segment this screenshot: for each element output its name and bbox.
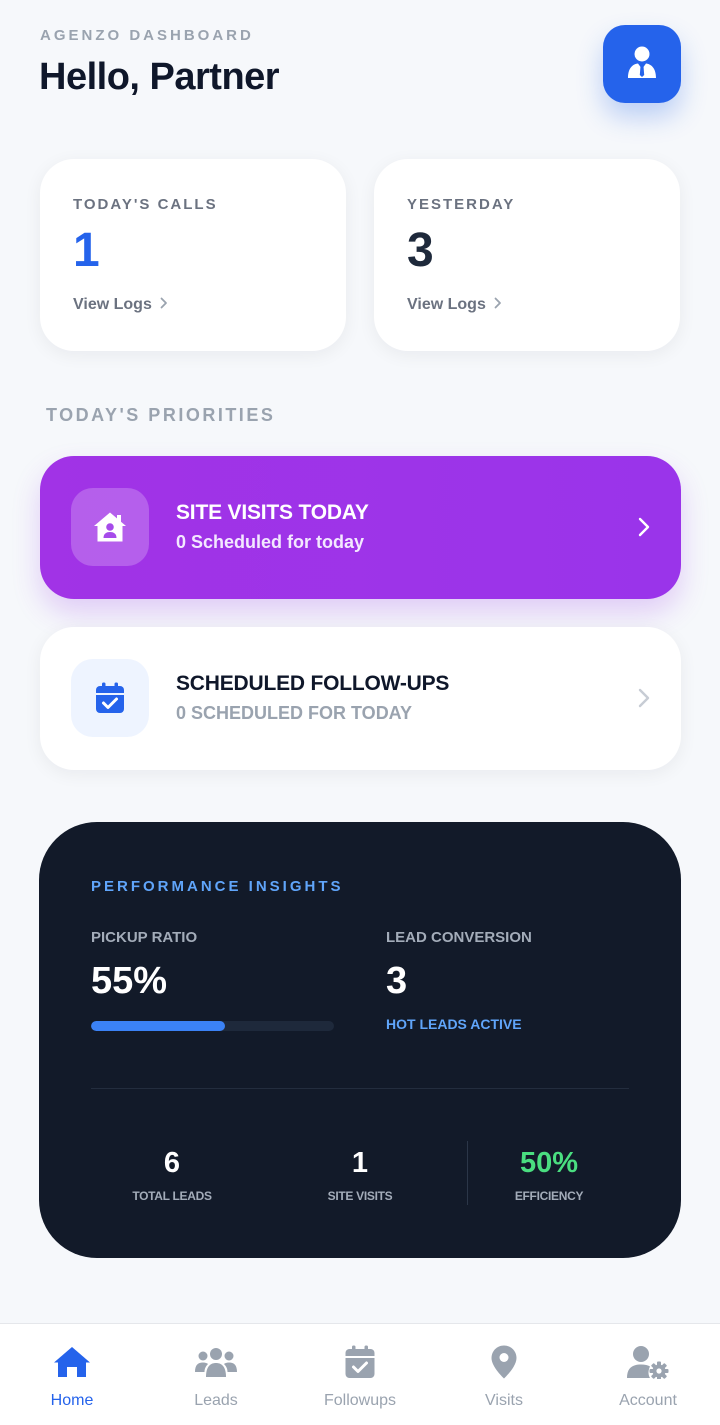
house-user-icon bbox=[71, 488, 149, 566]
stat-label: TODAY'S CALLS bbox=[73, 196, 218, 213]
view-logs-link[interactable]: View Logs bbox=[407, 296, 502, 314]
scheduled-followups-card[interactable]: SCHEDULED FOLLOW-UPS 0 SCHEDULED FOR TOD… bbox=[40, 627, 681, 770]
nav-label-leads: Leads bbox=[194, 1392, 238, 1409]
followups-title: SCHEDULED FOLLOW-UPS bbox=[176, 672, 450, 695]
pickup-ratio-label: PICKUP RATIO bbox=[91, 929, 198, 946]
followups-subtitle: 0 SCHEDULED FOR TODAY bbox=[176, 703, 413, 723]
nav-item-home[interactable]: Home bbox=[0, 1324, 144, 1425]
chevron-right-icon bbox=[160, 296, 168, 314]
total-leads-stat: 6 TOTAL LEADS bbox=[92, 1147, 252, 1203]
nav-item-account[interactable]: Account bbox=[576, 1324, 720, 1425]
site-visits-label: SITE VISITS bbox=[327, 1189, 393, 1203]
site-visits-value: 1 bbox=[351, 1147, 369, 1179]
progress-fill bbox=[91, 1021, 225, 1031]
users-icon bbox=[195, 1343, 237, 1381]
dashboard-eyebrow: AGENZO DASHBOARD bbox=[40, 27, 254, 44]
total-leads-label: TOTAL LEADS bbox=[132, 1189, 212, 1203]
profile-button[interactable] bbox=[603, 25, 681, 103]
stat-label: YESTERDAY bbox=[407, 196, 516, 213]
calendar-check-icon bbox=[71, 659, 149, 737]
nav-label-followups: Followups bbox=[323, 1392, 397, 1409]
nav-item-followups[interactable]: Followups bbox=[288, 1324, 432, 1425]
chevron-right-icon bbox=[494, 296, 502, 314]
site-visits-title: SITE VISITS TODAY bbox=[176, 501, 369, 524]
divider bbox=[91, 1088, 629, 1089]
site-visits-subtitle: 0 Scheduled for today bbox=[176, 532, 365, 552]
bottom-navigation: Home Leads Followups Visits Account bbox=[0, 1323, 720, 1425]
nav-label-visits: Visits bbox=[485, 1392, 523, 1409]
performance-insights-card: PERFORMANCE INSIGHTS PICKUP RATIO 55% LE… bbox=[39, 822, 681, 1258]
map-pin-icon bbox=[491, 1343, 517, 1381]
nav-item-leads[interactable]: Leads bbox=[144, 1324, 288, 1425]
home-icon bbox=[53, 1343, 91, 1381]
hot-leads-note: HOT LEADS ACTIVE bbox=[386, 1016, 522, 1032]
efficiency-label: EFFICIENCY bbox=[514, 1189, 584, 1203]
view-logs-link[interactable]: View Logs bbox=[73, 296, 168, 314]
stat-value: 1 bbox=[73, 224, 100, 277]
page-title: Hello, Partner bbox=[39, 56, 280, 98]
chevron-right-icon bbox=[638, 517, 650, 542]
stat-value: 3 bbox=[407, 224, 434, 277]
todays-calls-card: TODAY'S CALLS 1 View Logs bbox=[40, 159, 346, 351]
user-tie-icon bbox=[626, 45, 658, 84]
nav-item-visits[interactable]: Visits bbox=[432, 1324, 576, 1425]
lead-conversion-label: LEAD CONVERSION bbox=[386, 929, 532, 946]
total-leads-value: 6 bbox=[163, 1147, 181, 1179]
priorities-heading: TODAY'S PRIORITIES bbox=[46, 405, 276, 425]
nav-label-account: Account bbox=[619, 1392, 677, 1409]
pickup-ratio-progress bbox=[91, 1021, 334, 1031]
site-visits-card[interactable]: SITE VISITS TODAY 0 Scheduled for today bbox=[40, 456, 681, 599]
efficiency-stat: 50% EFFICIENCY bbox=[469, 1147, 629, 1203]
lead-conversion-value: 3 bbox=[386, 960, 408, 1002]
site-visits-stat: 1 SITE VISITS bbox=[280, 1147, 440, 1203]
pickup-ratio-value: 55% bbox=[91, 960, 168, 1002]
divider bbox=[467, 1141, 468, 1205]
user-gear-icon bbox=[627, 1343, 669, 1381]
insights-title: PERFORMANCE INSIGHTS bbox=[91, 878, 344, 895]
chevron-right-icon bbox=[638, 688, 650, 713]
yesterday-calls-card: YESTERDAY 3 View Logs bbox=[374, 159, 680, 351]
view-logs-label: View Logs bbox=[407, 296, 486, 313]
nav-label-home: Home bbox=[50, 1392, 94, 1409]
efficiency-value: 50% bbox=[519, 1147, 579, 1179]
calendar-check-icon bbox=[345, 1343, 375, 1381]
view-logs-label: View Logs bbox=[73, 296, 152, 313]
